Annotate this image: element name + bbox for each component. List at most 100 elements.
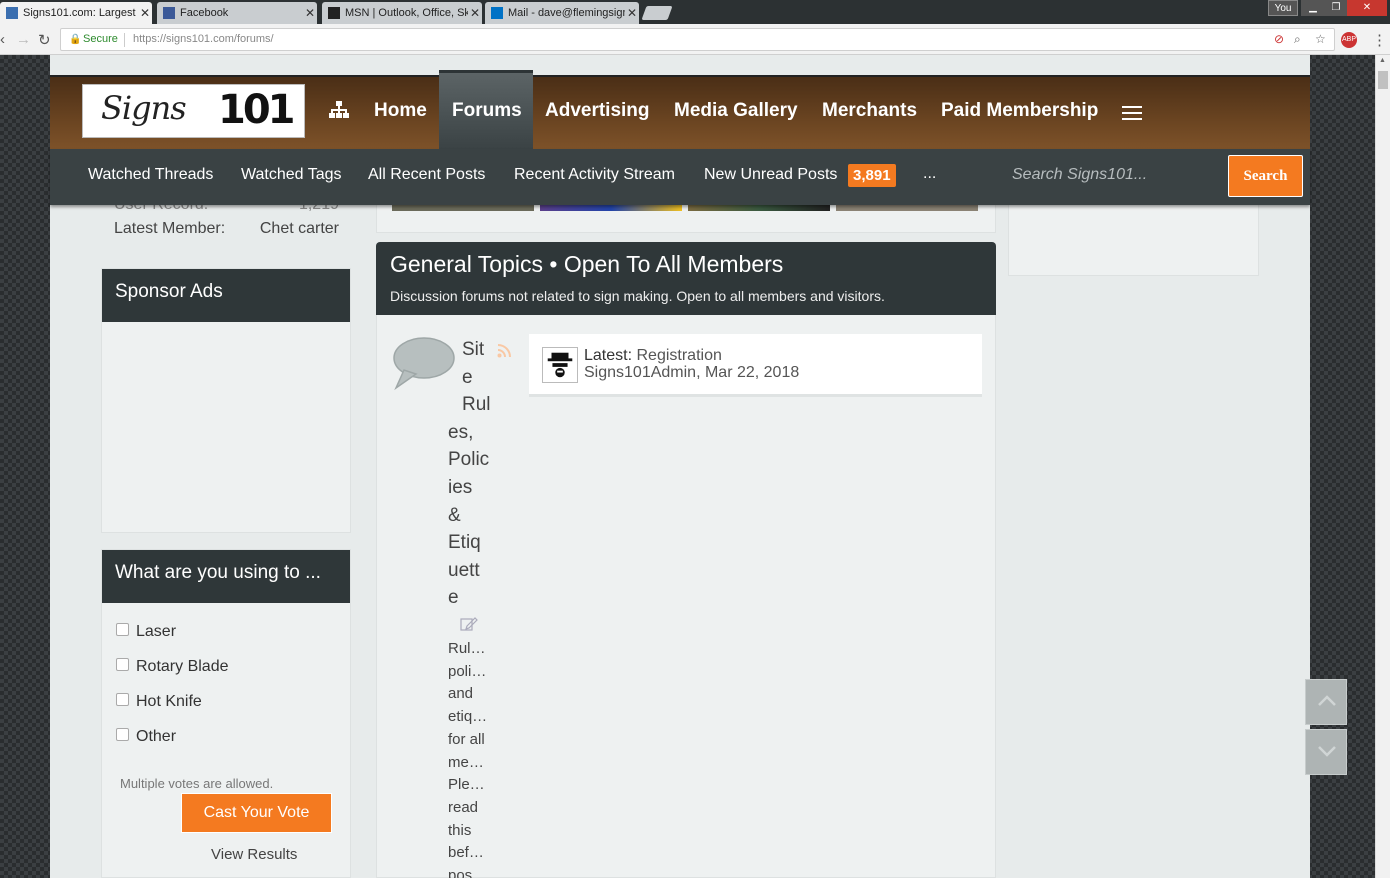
- speech-bubble-icon: [393, 337, 455, 391]
- forum-statistics: User Record: 1,219 Latest Member: Chet c…: [101, 196, 351, 253]
- media-thumbnail[interactable]: [540, 205, 682, 211]
- minimize-icon[interactable]: ▁: [1301, 0, 1325, 16]
- tab-title: Signs101.com: Largest Fo: [23, 7, 138, 19]
- nav-media-gallery[interactable]: Media Gallery: [674, 100, 798, 122]
- close-window-icon[interactable]: ✕: [1347, 0, 1387, 16]
- poll-title[interactable]: What are you using to ...: [102, 550, 350, 603]
- category-header: General Topics • Open To All Members Dis…: [376, 242, 996, 315]
- reload-icon[interactable]: ↻: [38, 31, 51, 49]
- media-thumbnail[interactable]: [836, 205, 978, 211]
- adblock-extension-icon[interactable]: ABP: [1341, 32, 1357, 48]
- menu-dots-icon[interactable]: ⋮: [1372, 31, 1387, 49]
- checkbox[interactable]: [116, 727, 129, 741]
- profile-button[interactable]: You: [1268, 0, 1298, 16]
- stat-label: Latest Member:: [114, 220, 226, 237]
- nav-home[interactable]: Home: [374, 100, 427, 122]
- tab-signs101[interactable]: Signs101.com: Largest Fo ✕: [0, 2, 152, 24]
- scroll-to-bottom-button[interactable]: [1305, 729, 1347, 775]
- close-tab-icon[interactable]: ✕: [468, 6, 482, 20]
- tab-mail[interactable]: Mail - dave@flemingsign ✕: [485, 2, 639, 24]
- nav-merchants[interactable]: Merchants: [822, 100, 917, 122]
- latest-thread-link[interactable]: Registration: [636, 347, 721, 364]
- checkbox[interactable]: [116, 692, 129, 706]
- tab-msn[interactable]: MSN | Outlook, Office, Sk ✕: [322, 2, 482, 24]
- search-input[interactable]: Search Signs101...: [1012, 166, 1147, 184]
- avatar[interactable]: [542, 347, 578, 383]
- poll-option-other[interactable]: Other: [116, 727, 176, 746]
- url-text: https://signs101.com/forums/: [133, 33, 274, 45]
- forum-description: Rul… poli… and etiq… for all me… Ple… re…: [448, 640, 488, 878]
- scroll-to-top-button[interactable]: [1305, 679, 1347, 725]
- poll-option-laser[interactable]: Laser: [116, 622, 176, 641]
- sub-navigation: Watched Threads Watched Tags All Recent …: [50, 149, 1310, 205]
- tab-title: Facebook: [180, 7, 229, 19]
- signs101-logo[interactable]: Signs 101: [82, 84, 305, 138]
- close-tab-icon[interactable]: ✕: [303, 6, 317, 20]
- page-scrollbar[interactable]: ▲: [1375, 55, 1390, 878]
- media-thumbnail[interactable]: [688, 205, 830, 211]
- subnav-all-recent-posts[interactable]: All Recent Posts: [368, 166, 485, 184]
- scroll-up-arrow-icon[interactable]: ▲: [1379, 57, 1386, 64]
- sponsor-ads-box: Sponsor Ads: [101, 268, 351, 533]
- view-results-link[interactable]: View Results: [211, 846, 297, 863]
- sponsor-ads-title: Sponsor Ads: [102, 269, 350, 322]
- lock-icon: 🔒: [69, 34, 82, 45]
- tab-facebook[interactable]: Facebook ✕: [157, 2, 317, 24]
- poll-note: Multiple votes are allowed.: [120, 776, 274, 791]
- right-sidebar-box: [1008, 205, 1259, 276]
- subnav-recent-activity-stream[interactable]: Recent Activity Stream: [514, 166, 675, 184]
- category-title[interactable]: General Topics • Open To All Members: [390, 251, 783, 278]
- media-thumbnail[interactable]: [392, 205, 534, 211]
- chevron-up-icon: [1318, 695, 1336, 706]
- secure-label: Secure: [83, 33, 118, 45]
- sitemap-icon[interactable]: [329, 101, 349, 119]
- latest-post-line: Latest: Registration: [584, 347, 722, 365]
- nav-forums[interactable]: Forums: [452, 100, 522, 122]
- subnav-new-unread-posts[interactable]: New Unread Posts: [704, 166, 837, 184]
- latest-date: Mar 22, 2018: [704, 364, 800, 381]
- url-field[interactable]: 🔒 Secure https://signs101.com/forums/ ⊘ …: [60, 28, 1335, 51]
- cast-vote-button[interactable]: Cast Your Vote: [181, 793, 332, 833]
- logo-number-text: 101: [218, 87, 295, 133]
- close-tab-icon[interactable]: ✕: [138, 6, 152, 20]
- facebook-favicon-icon: [163, 7, 175, 19]
- poll-option-hot-knife[interactable]: Hot Knife: [116, 692, 202, 711]
- logo-script-text: Signs: [101, 89, 187, 127]
- latest-post-meta: Signs101Admin, Mar 22, 2018: [584, 364, 800, 381]
- category-description: Discussion forums not related to sign ma…: [390, 288, 885, 304]
- latest-author-link[interactable]: Signs101Admin: [584, 364, 696, 381]
- forum-title-link[interactable]: Sit e Rul es, Polic ies & Etiq uett e: [448, 336, 494, 612]
- maximize-icon[interactable]: ❐: [1325, 0, 1347, 16]
- tab-title: Mail - dave@flemingsign: [508, 7, 625, 19]
- bookmark-star-icon[interactable]: ☆: [1315, 29, 1326, 50]
- scrollbar-thumb[interactable]: [1378, 71, 1388, 89]
- hamburger-menu-icon[interactable]: [1122, 106, 1142, 120]
- close-tab-icon[interactable]: ✕: [625, 6, 639, 20]
- browser-tab-bar: Signs101.com: Largest Fo ✕ Facebook ✕ MS…: [0, 0, 1390, 24]
- chevron-down-icon: [1318, 746, 1336, 757]
- rss-icon[interactable]: [497, 344, 511, 358]
- subnav-watched-tags[interactable]: Watched Tags: [241, 166, 342, 184]
- subnav-more[interactable]: ...: [923, 165, 936, 183]
- subnav-watched-threads[interactable]: Watched Threads: [88, 166, 213, 184]
- edit-icon[interactable]: [460, 616, 478, 632]
- msn-favicon-icon: [328, 7, 340, 19]
- blocked-icon[interactable]: ⊘: [1274, 29, 1284, 50]
- nav-paid-membership[interactable]: Paid Membership: [941, 100, 1098, 122]
- back-icon[interactable]: ‹: [0, 31, 5, 48]
- poll-option-rotary-blade[interactable]: Rotary Blade: [116, 657, 229, 676]
- checkbox[interactable]: [116, 657, 129, 671]
- zoom-icon[interactable]: ⌕: [1294, 29, 1301, 50]
- new-tab-button[interactable]: [641, 6, 673, 20]
- latest-member-link[interactable]: Chet carter: [260, 220, 339, 238]
- forward-icon[interactable]: →: [16, 31, 31, 48]
- tab-title: MSN | Outlook, Office, Sk: [345, 7, 468, 19]
- checkbox[interactable]: [116, 622, 129, 636]
- search-button[interactable]: Search: [1228, 155, 1303, 197]
- unread-count-badge: 3,891: [848, 164, 896, 187]
- signs101-favicon-icon: [6, 7, 18, 19]
- nav-advertising[interactable]: Advertising: [545, 100, 650, 122]
- latest-post-box: Latest: Registration Signs101Admin, Mar …: [529, 334, 982, 397]
- outlook-favicon-icon: [491, 7, 503, 19]
- poll-box: What are you using to ... Laser Rotary B…: [101, 549, 351, 878]
